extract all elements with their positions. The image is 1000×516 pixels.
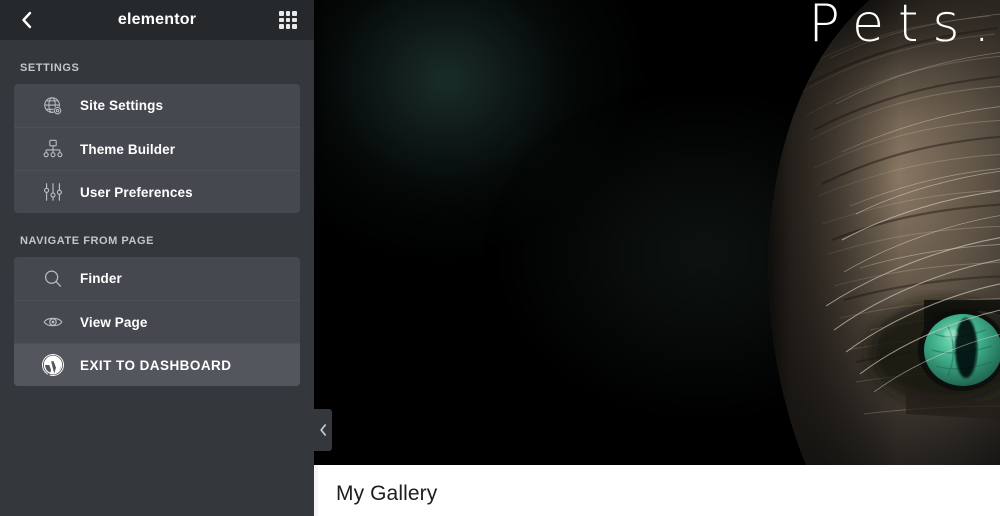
sidebar-item-label: EXIT TO DASHBOARD [80, 357, 232, 373]
eye-icon [40, 309, 66, 335]
settings-menu-card: Site Settings Theme Builder User Prefere… [14, 84, 300, 213]
chevron-left-icon [319, 424, 326, 436]
grid-dot [279, 17, 284, 23]
panel-header: elementor [0, 0, 314, 40]
chevron-left-icon [22, 11, 32, 29]
elementor-editor: elementor SETTINGS Site Settings Theme B… [0, 0, 1000, 516]
back-button[interactable] [14, 7, 40, 33]
sliders-icon [40, 179, 66, 205]
sidebar-item-label: View Page [80, 314, 148, 330]
panel-collapse-handle[interactable] [314, 409, 332, 451]
search-icon [40, 266, 66, 292]
gallery-left-edge [314, 465, 318, 516]
grid-dot [285, 17, 291, 23]
sidebar-item-site-settings[interactable]: Site Settings [14, 84, 300, 127]
grid-dot [279, 24, 284, 29]
section-label-settings: SETTINGS [20, 62, 80, 74]
sidebar-item-theme-builder[interactable]: Theme Builder [14, 127, 300, 170]
sitemap-icon [40, 136, 66, 162]
hero-cat-image [710, 0, 1000, 465]
gallery-section: My Gallery [314, 465, 1000, 516]
apps-grid-icon[interactable] [276, 8, 300, 32]
hero-title: Pets. [808, 0, 1000, 54]
grid-dot [292, 24, 297, 29]
page-preview[interactable]: Pets. My Gallery [314, 0, 1000, 516]
sidebar-item-label: Theme Builder [80, 141, 176, 157]
hero-section: Pets. [314, 0, 1000, 465]
navigate-menu-card: Finder View Page EXIT TO DASHBOARD [14, 257, 300, 386]
sidebar-item-label: Finder [80, 271, 122, 286]
grid-dot [285, 11, 291, 16]
globe-settings-icon [40, 93, 66, 119]
grid-dot [279, 11, 284, 16]
grid-dot [285, 24, 291, 29]
panel-title: elementor [117, 11, 197, 28]
sidebar-item-user-preferences[interactable]: User Preferences [14, 170, 300, 213]
sidebar-item-label: User Preferences [80, 184, 193, 200]
sidebar-item-label: Site Settings [80, 98, 164, 113]
grid-dot [292, 17, 297, 23]
gallery-heading: My Gallery [336, 482, 438, 505]
sidebar-item-finder[interactable]: Finder [14, 257, 300, 300]
wordpress-icon [40, 352, 66, 378]
grid-dot [292, 11, 297, 16]
sidebar-item-exit-to-dashboard[interactable]: EXIT TO DASHBOARD [14, 343, 300, 386]
sidebar-item-view-page[interactable]: View Page [14, 300, 300, 343]
section-label-navigate: NAVIGATE FROM PAGE [20, 235, 154, 247]
elementor-panel: elementor SETTINGS Site Settings Theme B… [0, 0, 314, 516]
